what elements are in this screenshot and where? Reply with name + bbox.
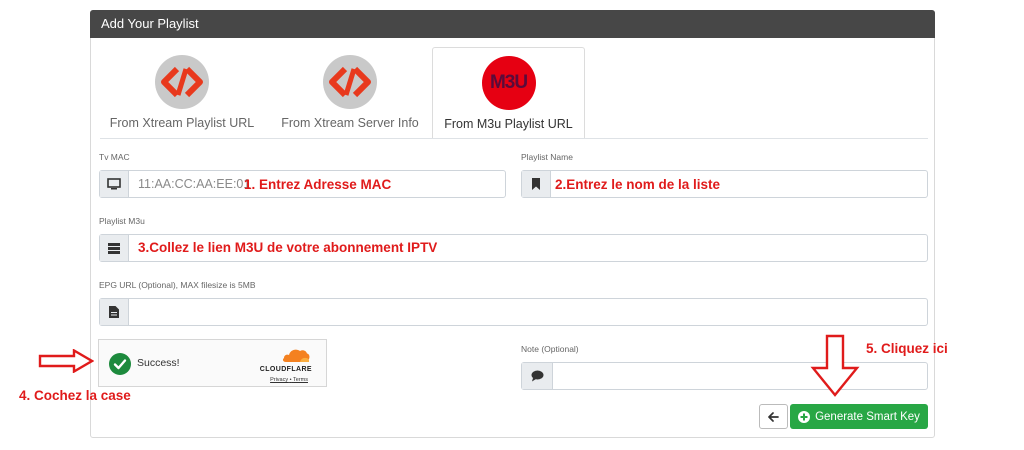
tab-label: From M3u Playlist URL [444,117,573,131]
tab-divider [100,138,928,139]
tab-xtream-server-info[interactable]: From Xtream Server Info [268,47,432,139]
file-icon [100,299,129,325]
epg-url-input[interactable] [138,299,918,325]
xtream-icon [155,55,209,109]
generate-smart-key-button[interactable]: Generate Smart Key [790,404,928,429]
tab-label: From Xtream Server Info [281,116,419,130]
playlist-m3u-label: Playlist M3u [99,216,145,226]
xtream-icon [323,55,377,109]
generate-label: Generate Smart Key [815,410,920,423]
note-input[interactable] [560,363,920,389]
annotation-step-4: 4. Cochez la case [19,388,131,403]
red-arrow-right-icon [38,349,94,373]
terms-link[interactable]: Terms [293,377,308,383]
comment-icon [522,363,553,389]
tab-xtream-playlist-url[interactable]: From Xtream Playlist URL [100,47,264,139]
check-circle-icon [109,353,131,375]
monitor-icon [100,171,129,197]
arrow-left-icon [768,411,779,422]
back-button[interactable] [759,404,788,429]
epg-url-label: EPG URL (Optional), MAX filesize is 5MB [99,280,256,290]
annotation-step-5: 5. Cliquez ici [866,341,948,356]
captcha-status: Success! [137,357,180,369]
server-icon [100,235,129,261]
privacy-link[interactable]: Privacy [270,377,288,383]
cloudflare-captcha[interactable]: Success! CLOUDFLARE Privacy • Terms [98,339,327,387]
note-field [521,362,928,390]
cloudflare-logo-text: CLOUDFLARE [259,366,312,373]
bookmark-icon [522,171,551,197]
panel-title: Add Your Playlist [90,10,935,38]
note-label: Note (Optional) [521,344,579,354]
captcha-links: Privacy • Terms [270,377,308,383]
link-separator: • [289,377,292,383]
m3u-icon: M3U [481,56,536,110]
cloudflare-cloud-icon [282,347,310,368]
playlist-name-label: Playlist Name [521,152,573,162]
plus-circle-icon [798,410,811,423]
annotation-step-1: 1. Entrez Adresse MAC [244,177,392,192]
epg-url-field [99,298,928,326]
annotation-step-2: 2.Entrez le nom de la liste [555,177,721,192]
annotation-step-3: 3.Collez le lien M3U de votre abonnement… [138,240,438,255]
tv-mac-label: Tv MAC [99,152,130,162]
tab-label: From Xtream Playlist URL [109,116,255,130]
tab-m3u-playlist-url[interactable]: M3U From M3u Playlist URL [432,47,585,139]
red-arrow-down-icon [810,334,860,397]
